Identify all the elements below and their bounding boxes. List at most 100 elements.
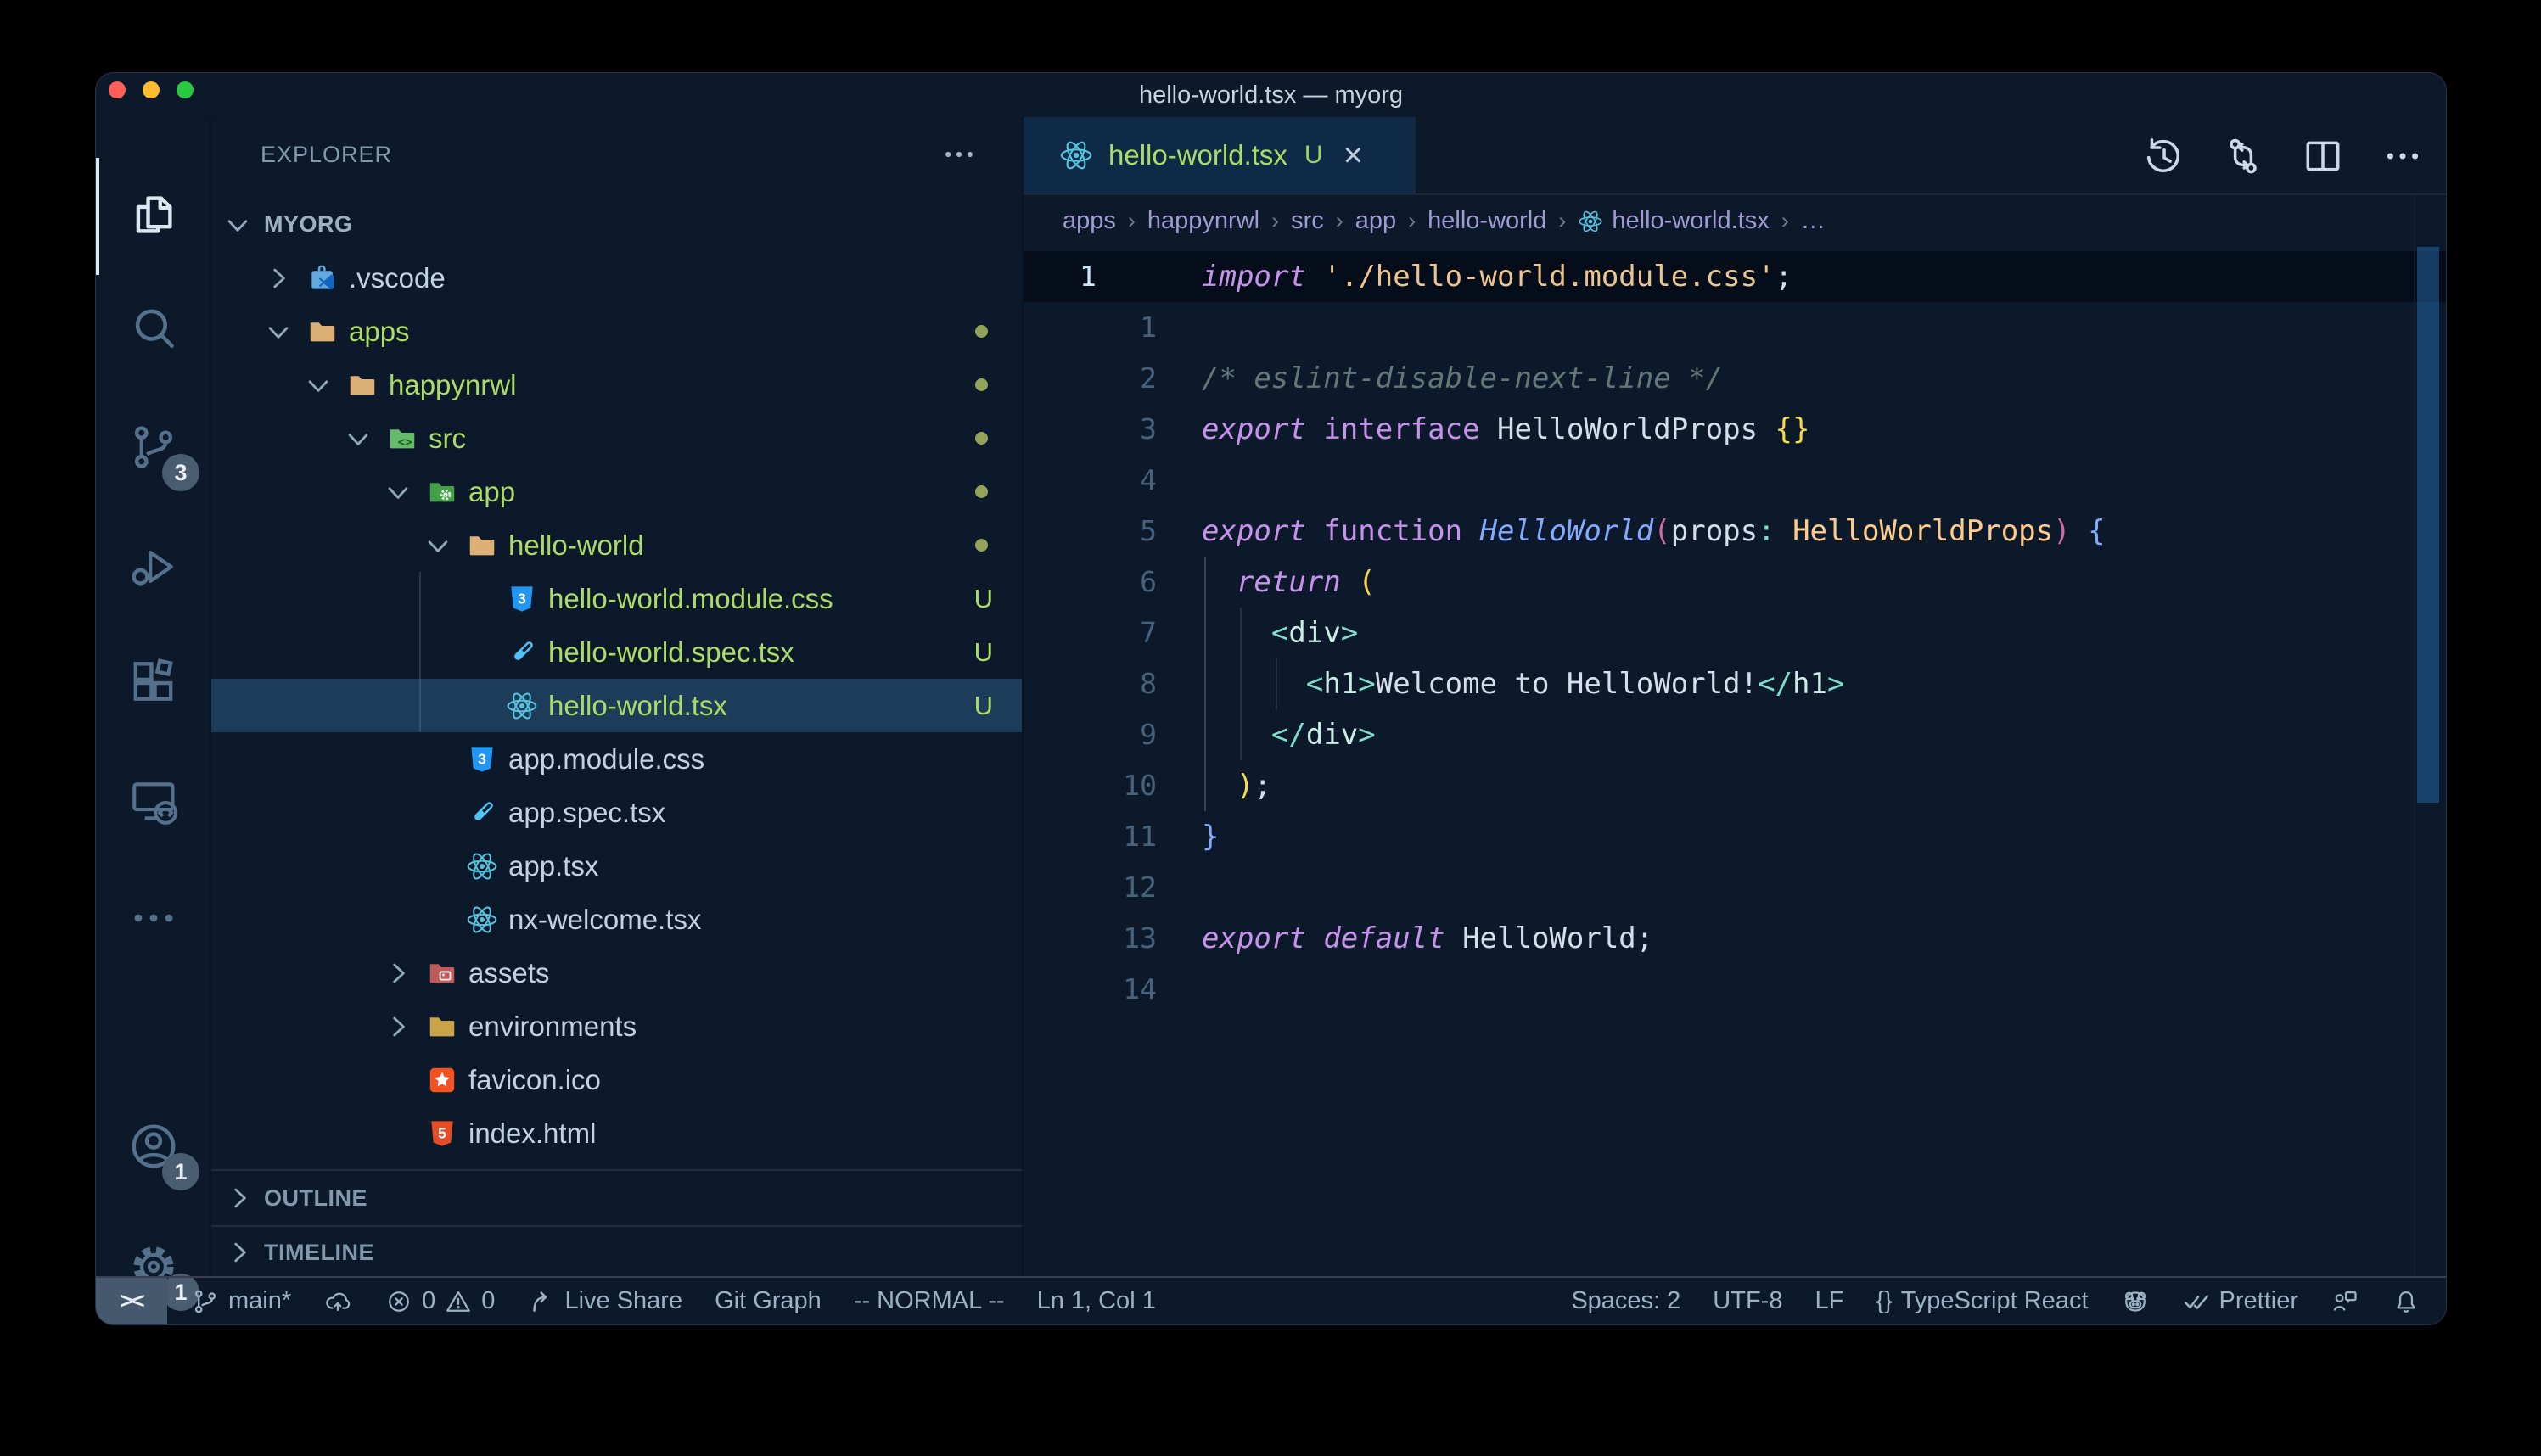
breadcrumb-item[interactable]: hello-world [1428,207,1546,235]
line-number: 4 [1024,455,1202,506]
split-editor-icon[interactable] [2302,135,2344,177]
breadcrumb-item-symbol[interactable]: … [1801,207,1826,235]
tree-item-apps[interactable]: apps [211,305,1022,358]
tree-item-hello-world-spec-tsx[interactable]: hello-world.spec.tsx U [211,625,1022,679]
prettier-status[interactable]: Prettier [2182,1287,2298,1316]
modified-dot [975,378,988,391]
breadcrumb-item-file[interactable]: hello-world.tsx [1612,207,1769,235]
line-number: 11 [1024,811,1202,862]
modified-dot [975,485,988,498]
project-name: MYORG [264,211,353,238]
code-text: ); [1202,760,1271,811]
tab-label: hello-world.tsx [1108,139,1287,171]
tree-item-app-module-css[interactable]: app.module.css [211,732,1022,786]
open-changes-icon[interactable] [2222,135,2264,177]
tree-item-hello-world-tsx[interactable]: hello-world.tsx U [211,679,1022,732]
modified-dot [975,432,988,445]
sidebar-item-run-debug[interactable] [96,509,211,624]
code-line-2[interactable]: 1 [1024,302,2447,353]
code-line-4[interactable]: 3export interface HelloWorldProps {} [1024,404,2447,455]
tree-item-vscode[interactable]: .vscode [211,251,1022,305]
breadcrumb-item[interactable]: apps [1063,207,1116,235]
more-actions-icon[interactable] [2381,135,2424,177]
pet-extension-button[interactable] [2121,1287,2150,1316]
explorer-title: EXPLORER [261,117,392,192]
tree-item-app-tsx[interactable]: app.tsx [211,839,1022,893]
activity-more-actions[interactable] [96,860,211,976]
title-bar[interactable]: hello-world.tsx — myorg [96,73,2446,117]
tree-item-app-spec-tsx[interactable]: app.spec.tsx [211,786,1022,839]
sync-changes-button[interactable] [323,1287,352,1316]
code-line-11[interactable]: 10 ); [1024,760,2447,811]
problems-status[interactable]: 0 0 [384,1287,495,1316]
code-area[interactable]: 1import './hello-world.module.css';12/* … [1024,251,2447,1015]
code-line-5[interactable]: 4 [1024,455,2447,506]
sidebar-item-explorer[interactable] [96,157,211,272]
feedback-button[interactable] [2331,1287,2359,1316]
tree-item-happynrwl[interactable]: happynrwl [211,358,1022,412]
editor-scrollbar[interactable] [2417,247,2439,803]
tree-item-app[interactable]: app [211,465,1022,518]
vim-mode-indicator[interactable]: -- NORMAL -- [854,1287,1005,1315]
code-line-12[interactable]: 11} [1024,811,2447,862]
run-debug-icon [127,540,180,593]
tree-item-environments[interactable]: environments [211,1000,1022,1053]
code-line-6[interactable]: 5export function HelloWorld(props: Hello… [1024,506,2447,557]
explorer-more-actions-icon[interactable] [940,136,978,173]
notifications-button[interactable] [2392,1287,2420,1316]
sidebar-item-remote-explorer[interactable] [96,744,211,860]
accounts-button[interactable]: 1 [96,1089,211,1204]
code-line-10[interactable]: 9 </div> [1024,709,2447,760]
tree-item-index-html[interactable]: index.html [211,1106,1022,1160]
code-line-3[interactable]: 2/* eslint-disable-next-line */ [1024,353,2447,404]
timeline-section-header[interactable]: TIMELINE [211,1225,1022,1278]
react-icon [466,850,498,882]
tab-bar: hello-world.tsx U × [1024,117,2447,195]
code-line-7[interactable]: 6 return ( [1024,557,2447,608]
indent-guide [1276,658,1277,709]
git-graph-button[interactable]: Git Graph [715,1287,822,1315]
tab-hello-world-tsx[interactable]: hello-world.tsx U × [1024,117,1416,193]
indentation-status[interactable]: Spaces: 2 [1571,1287,1680,1315]
code-line-14[interactable]: 13export default HelloWorld; [1024,913,2447,964]
code-text: return ( [1202,557,1376,608]
chevron-right-icon [225,1184,254,1212]
chevron-right-icon [384,959,412,988]
chevron-down-icon [424,531,452,560]
html-icon [426,1117,458,1150]
remote-indicator[interactable]: >< [96,1278,167,1324]
history-icon[interactable] [2142,135,2185,177]
encoding-status[interactable]: UTF-8 [1713,1287,1782,1315]
tree-item-nx-welcome-tsx[interactable]: nx-welcome.tsx [211,893,1022,946]
sidebar-item-extensions[interactable] [96,624,211,739]
code-text: export interface HelloWorldProps {} [1202,404,1810,455]
tree-item-hello-world[interactable]: hello-world [211,518,1022,572]
language-mode-status[interactable]: {} TypeScript React [1876,1287,2088,1315]
tree-item-assets[interactable]: assets [211,946,1022,1000]
tree-item-src[interactable]: src [211,412,1022,465]
app-folder-icon [426,476,458,508]
tree-item-favicon-ico[interactable]: favicon.ico [211,1053,1022,1106]
live-share-button[interactable]: Live Share [527,1287,682,1316]
eol-status[interactable]: LF [1815,1287,1843,1315]
code-line-1[interactable]: 1import './hello-world.module.css'; [1024,251,2447,302]
outline-section-header[interactable]: OUTLINE [211,1169,1022,1225]
pet-face-icon [2121,1287,2150,1316]
breadcrumb-item[interactable]: src [1291,207,1324,235]
breadcrumb-item[interactable]: happynrwl [1147,207,1259,235]
sidebar-item-search[interactable] [96,271,211,386]
code-line-13[interactable]: 12 [1024,862,2447,913]
cursor-position[interactable]: Ln 1, Col 1 [1037,1287,1156,1315]
project-root-row[interactable]: MYORG [211,198,1022,251]
breadcrumb-item[interactable]: app [1355,207,1396,235]
code-line-9[interactable]: 8 <h1>Welcome to HelloWorld!</h1> [1024,658,2447,709]
breadcrumb-separator: › [1558,208,1566,234]
code-line-8[interactable]: 7 <div> [1024,608,2447,658]
git-branch-status[interactable]: main* [191,1287,291,1316]
close-tab-icon[interactable]: × [1343,138,1363,172]
code-line-15[interactable]: 14 [1024,964,2447,1015]
code-text: import './hello-world.module.css'; [1202,251,1792,302]
tree-item-hello-world-module-css[interactable]: hello-world.module.css U [211,572,1022,625]
react-icon [506,690,538,722]
sidebar-item-source-control[interactable]: 3 [96,389,211,505]
